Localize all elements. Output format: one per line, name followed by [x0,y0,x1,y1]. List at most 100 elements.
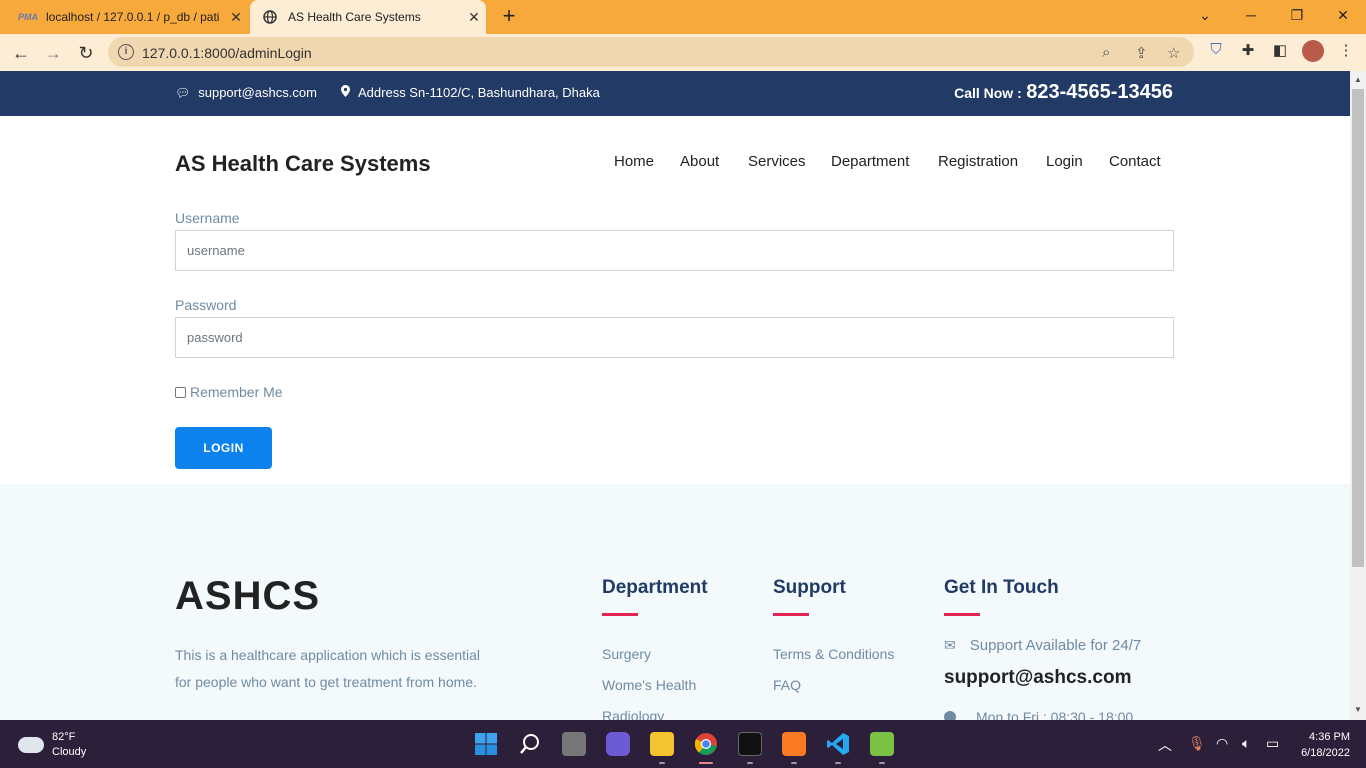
share-icon[interactable]: ⇪ [1135,44,1148,62]
running-indicator [747,762,753,764]
tab-health-care[interactable]: AS Health Care Systems ✕ [250,0,486,34]
site-footer: ASHCS This is a healthcare application w… [0,484,1350,720]
phpmyadmin-icon: PMA [18,12,38,22]
footer-link-surgery[interactable]: Surgery [602,646,651,662]
system-clock[interactable]: 4:36 PM 6/18/2022 [1301,729,1350,761]
remember-me-label: Remember Me [190,384,283,400]
vscode-icon[interactable] [826,732,850,756]
windows-taskbar: 82°F Cloudy ︿ 🎙︎ ◠ 🔈︎ ▭ 4:36 PM 6/18/202… [0,720,1366,768]
call-now-number[interactable]: 823-4565-13456 [1026,81,1173,103]
envelope-icon: ✉ [944,637,956,653]
xampp-icon[interactable] [782,732,806,756]
remember-me-checkbox[interactable] [175,386,186,398]
clock-icon [944,711,956,720]
footer-link-radiology[interactable]: Radiology [602,708,664,720]
password-placeholder: password [187,330,243,345]
tab-phpmyadmin[interactable]: PMA localhost / 127.0.0.1 / p_db / pati … [8,0,248,34]
username-label: Username [175,210,240,226]
heading-underline [773,613,809,616]
chat-bubble-icon: 💬︎ [175,85,191,100]
browser-toolbar: ← → ↻ i 127.0.0.1:8000/adminLogin ⌕ ⇪ ☆ … [0,34,1366,71]
top-email[interactable]: 💬︎ support@ashcs.com [175,85,317,100]
start-windows-icon[interactable] [474,732,498,756]
extensions-puzzle-icon[interactable]: ✚ [1238,41,1258,61]
forward-icon[interactable]: → [40,40,66,66]
nav-login[interactable]: Login [1046,153,1083,170]
footer-description: This is a healthcare application which i… [175,647,481,690]
call-now-label: Call Now : [954,85,1022,101]
active-indicator [699,762,713,764]
wifi-icon[interactable]: ◠ [1216,735,1228,752]
notepad-plus-icon[interactable] [870,732,894,756]
clock-time: 4:36 PM [1309,731,1350,743]
nav-home[interactable]: Home [614,153,654,170]
teams-chat-icon[interactable] [606,732,630,756]
side-panel-icon[interactable]: ◧ [1270,41,1290,61]
footer-department-heading: Department [602,577,708,598]
call-now[interactable]: Call Now : 823-4565-13456 [954,81,1173,104]
chrome-icon[interactable] [694,732,718,756]
profile-avatar[interactable] [1302,40,1324,62]
bookmark-star-icon[interactable]: ☆ [1167,44,1180,62]
file-explorer-icon[interactable] [650,732,674,756]
address-bar[interactable]: i 127.0.0.1:8000/adminLogin ⌕ ⇪ ☆ [108,37,1194,67]
heading-underline [944,613,980,616]
scrollbar-thumb[interactable] [1352,89,1364,567]
running-indicator [659,762,665,764]
footer-link-faq[interactable]: FAQ [773,677,801,693]
nav-department[interactable]: Department [831,153,909,170]
footer-link-womens-health[interactable]: Wome's Health [602,677,696,693]
tab-title: AS Health Care Systems [288,10,421,24]
heading-underline [602,613,638,616]
zoom-icon[interactable]: ⌕ [1102,44,1110,61]
login-button[interactable]: LOGIN [175,427,272,469]
tab-search-icon[interactable]: ⌄ [1182,0,1228,30]
close-window-button[interactable]: ✕ [1320,0,1366,30]
username-input[interactable]: username [175,230,1174,271]
reload-icon[interactable]: ↻ [73,40,99,66]
weather-desc: Cloudy [52,746,87,758]
minimize-button[interactable]: ─ [1228,0,1274,30]
tray-chevron-icon[interactable]: ︿ [1158,735,1172,755]
site-brand[interactable]: AS Health Care Systems [175,151,431,177]
footer-email[interactable]: support@ashcs.com [944,667,1131,689]
map-pin-icon [341,85,350,100]
volume-icon[interactable]: 🔈︎ [1242,735,1250,752]
nav-contact[interactable]: Contact [1109,153,1161,170]
nav-registration[interactable]: Registration [938,153,1018,170]
menu-kebab-icon[interactable]: ⋮ [1336,41,1356,61]
password-input[interactable]: password [175,317,1174,358]
weather-widget[interactable]: 82°F Cloudy [18,730,86,760]
browser-tab-bar: PMA localhost / 127.0.0.1 / p_db / pati … [0,0,1366,34]
close-tab-icon[interactable]: ✕ [224,9,248,26]
clock-date: 6/18/2022 [1301,747,1350,759]
site-info-icon[interactable]: i [118,44,134,60]
running-indicator [791,762,797,764]
restore-button[interactable]: ❐ [1274,0,1320,30]
scroll-down-icon[interactable]: ▼ [1354,705,1362,714]
contact-top-bar: 💬︎ support@ashcs.com Address Sn-1102/C, … [0,71,1350,116]
nav-about[interactable]: About [680,153,719,170]
footer-hours: Mon to Fri : 08:30 - 18:00 [944,709,1133,720]
url-text[interactable]: 127.0.0.1:8000/adminLogin [142,45,312,61]
battery-icon[interactable]: ▭ [1266,735,1279,752]
password-label: Password [175,297,237,313]
back-icon[interactable]: ← [8,40,34,66]
nav-services[interactable]: Services [748,153,806,170]
task-view-icon[interactable] [562,732,586,756]
page-scrollbar[interactable]: ▲ ▼ [1350,71,1366,720]
new-tab-button[interactable]: + [496,4,522,30]
search-icon[interactable] [518,732,542,756]
web-page: 💬︎ support@ashcs.com Address Sn-1102/C, … [0,71,1350,720]
terminal-icon[interactable] [738,732,762,756]
footer-support-heading: Support [773,577,846,598]
shield-extension-icon[interactable]: ⛉ [1206,41,1226,61]
microphone-icon[interactable]: 🎙︎ [1188,735,1206,752]
footer-logo[interactable]: ASHCS [175,574,320,619]
scroll-up-icon[interactable]: ▲ [1354,75,1362,84]
footer-contact-heading: Get In Touch [944,577,1059,598]
top-address: Address Sn-1102/C, Bashundhara, Dhaka [341,85,600,100]
footer-link-terms[interactable]: Terms & Conditions [773,646,894,662]
close-tab-icon[interactable]: ✕ [462,9,486,26]
remember-me[interactable]: Remember Me [175,384,283,400]
